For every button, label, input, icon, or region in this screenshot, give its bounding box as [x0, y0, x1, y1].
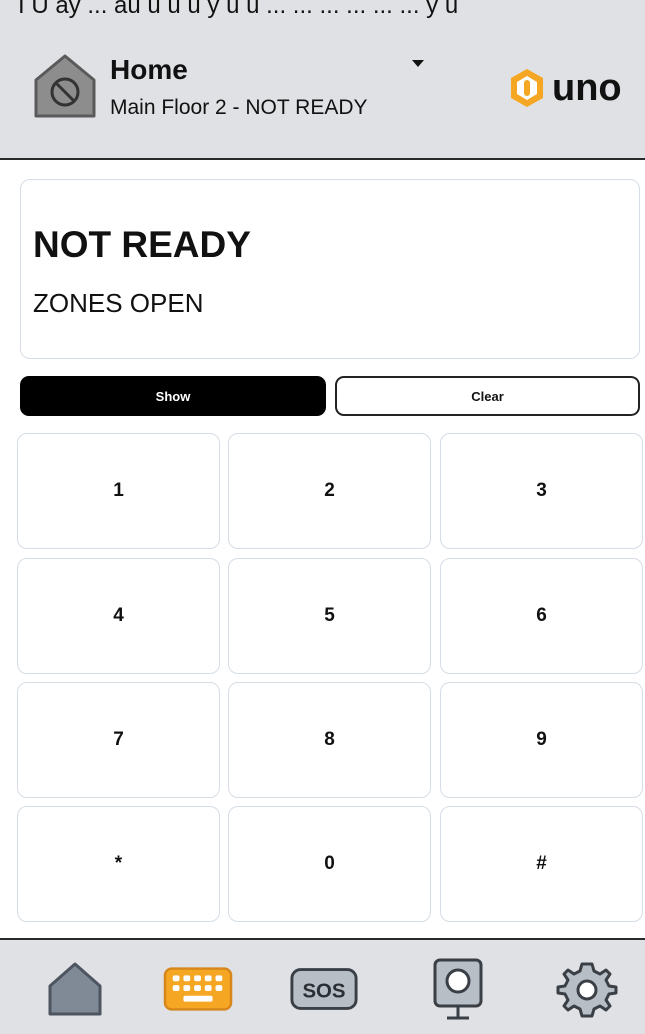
sos-icon[interactable]: SOS	[289, 954, 359, 1024]
key-4[interactable]: 4	[17, 558, 220, 674]
key-3[interactable]: 3	[440, 433, 643, 549]
key-7[interactable]: 7	[17, 682, 220, 798]
brand-logo: uno	[508, 66, 622, 110]
brand-logo-hexagon-icon	[511, 69, 543, 107]
keyboard-icon[interactable]	[163, 954, 233, 1024]
system-status-card: NOT READY ZONES OPEN	[20, 179, 640, 359]
key-9[interactable]: 9	[440, 682, 643, 798]
clear-button[interactable]: Clear	[335, 376, 640, 416]
app-header: I U ay ... au u u u y u u ... ... ... ..…	[0, 0, 645, 160]
clipped-top-text: I U ay ... au u u u y u u ... ... ... ..…	[18, 0, 459, 19]
site-name[interactable]: Home	[110, 54, 188, 86]
key-star[interactable]: *	[17, 806, 220, 922]
key-5[interactable]: 5	[228, 558, 431, 674]
svg-text:SOS: SOS	[302, 981, 345, 1003]
key-1[interactable]: 1	[17, 433, 220, 549]
disarmed-status-icon	[30, 52, 100, 122]
home-icon[interactable]	[40, 954, 110, 1024]
status-title: NOT READY	[33, 224, 251, 265]
bottom-navigation: SOS	[0, 938, 645, 1034]
key-0[interactable]: 0	[228, 806, 431, 922]
key-8[interactable]: 8	[228, 682, 431, 798]
brand-logo-text: uno	[552, 66, 622, 109]
settings-icon[interactable]	[552, 954, 622, 1024]
key-hash[interactable]: #	[440, 806, 643, 922]
site-dropdown-icon[interactable]	[412, 60, 424, 67]
show-button[interactable]: Show	[20, 376, 326, 416]
key-6[interactable]: 6	[440, 558, 643, 674]
camera-icon[interactable]	[423, 954, 493, 1024]
status-subtitle: ZONES OPEN	[33, 288, 204, 318]
site-status: Main Floor 2 - NOT READY	[110, 96, 368, 119]
key-2[interactable]: 2	[228, 433, 431, 549]
